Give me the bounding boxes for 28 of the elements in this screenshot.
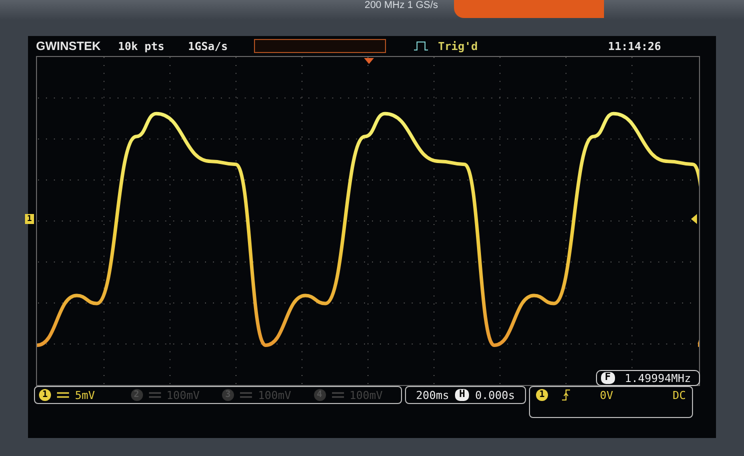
trigger-coupling: DC [672, 388, 686, 402]
channel-scale: 100mV [350, 388, 383, 402]
frequency-value: 1.49994MHz [624, 372, 691, 384]
dc-coupling-icon [148, 392, 160, 398]
channel-scale: 100mV [258, 388, 292, 402]
brand-logo: GWINSTEK [36, 39, 102, 53]
clock-time: 11:14:26 [608, 40, 661, 52]
spec-text: 200 MHz 1 GS/s [364, 0, 438, 13]
channel-marker: 1 [25, 214, 34, 224]
record-length: 10k pts [118, 40, 166, 52]
time-scale: 200ms [416, 388, 450, 402]
dc-coupling-icon [240, 392, 252, 398]
trigger-position-icon [364, 58, 374, 64]
channel-number[interactable]: 1 [39, 389, 51, 401]
trigger-level: 0V [600, 388, 614, 402]
rising-edge-icon [562, 389, 570, 401]
dc-coupling-icon [57, 392, 69, 398]
frequency-label: F [600, 372, 615, 384]
dc-coupling-icon [332, 392, 344, 398]
channel-scale: 100mV [166, 388, 200, 402]
trigger-level-icon [691, 214, 697, 224]
trigger-edge-icon [414, 41, 428, 51]
channel-scale: 5mV [75, 388, 95, 402]
trigger-status: Trig'd [438, 40, 479, 52]
sample-rate: 1GSa/s [188, 40, 229, 52]
horizontal-position: 0.000s [475, 388, 515, 402]
horizontal-position-label: H [455, 389, 470, 401]
trigger-source: 1 [536, 389, 548, 401]
